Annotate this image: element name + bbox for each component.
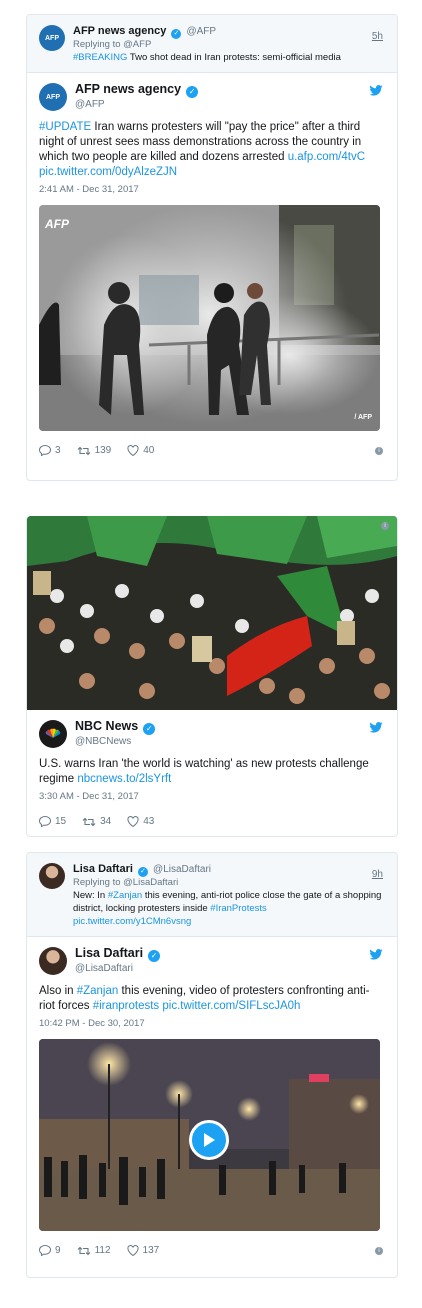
author-handle[interactable]: @AFP (75, 98, 385, 111)
reply-count: 9 (55, 1245, 61, 1256)
author-handle[interactable]: @NBCNews (75, 735, 385, 748)
verified-badge-icon: ✓ (143, 723, 156, 735)
tweet-card-lisa: Lisa Daftari ✓ @LisaDaftari Replying to … (26, 852, 398, 1278)
author-name[interactable]: AFP news agency (75, 82, 181, 96)
afp-photo-logo: AFP (45, 217, 69, 231)
reply-count: 15 (55, 816, 67, 827)
replying-to: Replying to @LisaDaftari (73, 877, 179, 888)
article-link[interactable]: u.afp.com/4tvC (288, 151, 365, 163)
tweet-actions: 9 112 137 i (27, 1237, 397, 1266)
reply-context[interactable]: AFP AFP news agency ✓ @AFP Replying to @… (27, 15, 397, 73)
like-icon (127, 816, 139, 827)
rally-photo-image (27, 516, 397, 710)
reply-icon (39, 816, 51, 827)
like-count: 40 (143, 445, 155, 456)
retweet-button[interactable]: 139 (77, 445, 112, 456)
tweet-photo[interactable]: i (27, 516, 397, 710)
tweet-text: Also in #Zanjan this evening, video of p… (39, 985, 370, 1012)
play-icon (204, 1133, 215, 1147)
avatar[interactable] (39, 947, 67, 975)
tweet-video[interactable] (39, 1039, 380, 1231)
reply-text: New: In #Zanjan this evening, anti-riot … (73, 890, 382, 927)
hashtag-link[interactable]: #Zanjan (108, 890, 142, 901)
like-count: 43 (143, 816, 155, 827)
reply-text: #BREAKING Two shot dead in Iran protests… (73, 52, 341, 63)
hashtag-link[interactable]: #UPDATE (39, 121, 91, 133)
photo-credit: / AFP (354, 414, 372, 421)
avatar[interactable]: AFP (39, 25, 65, 51)
nbc-peacock-icon (45, 728, 61, 738)
author-name[interactable]: NBC News (75, 719, 138, 733)
like-icon (127, 445, 139, 456)
tweet-body: Lisa Daftari ✓ @LisaDaftari Also in #Zan… (27, 937, 397, 1237)
twitter-bird-icon[interactable] (369, 722, 383, 733)
like-button[interactable]: 137 (126, 1245, 160, 1256)
tweet-timestamp[interactable]: 2:41 AM - Dec 31, 2017 (39, 184, 385, 195)
reply-icon (39, 445, 51, 456)
avatar[interactable] (39, 863, 65, 889)
play-button[interactable] (189, 1120, 229, 1160)
verified-badge-icon: ✓ (137, 867, 148, 877)
like-count: 137 (142, 1245, 160, 1256)
verified-badge-icon: ✓ (186, 86, 199, 98)
reply-context[interactable]: Lisa Daftari ✓ @LisaDaftari Replying to … (27, 853, 397, 937)
hashtag-link[interactable]: #Zanjan (77, 985, 119, 997)
tweet-timestamp[interactable]: 3:30 AM - Dec 31, 2017 (39, 791, 385, 802)
author-name[interactable]: AFP news agency (73, 25, 166, 37)
tweet-card-nbc: i NBC News ✓ @NBCNews U.S. warns Iran 't… (26, 516, 398, 837)
relative-time[interactable]: 5h (372, 31, 383, 42)
tweet-text: U.S. warns Iran 'the world is watching' … (39, 758, 369, 785)
reply-button[interactable]: 15 (39, 816, 66, 827)
tweet-photo[interactable]: AFP / AFP (39, 205, 380, 431)
retweet-icon (77, 1246, 90, 1255)
verified-badge-icon: ✓ (148, 950, 161, 962)
tweet-timestamp[interactable]: 10:42 PM - Dec 30, 2017 (39, 1018, 385, 1029)
author-name[interactable]: Lisa Daftari (73, 863, 133, 875)
protest-photo-image (39, 205, 380, 431)
reply-count: 3 (55, 445, 61, 456)
reply-button[interactable]: 9 (39, 1245, 61, 1256)
info-icon[interactable]: i (381, 522, 389, 530)
retweet-button[interactable]: 112 (77, 1245, 111, 1256)
hashtag-link[interactable]: #iranprotests (93, 1000, 159, 1012)
pic-link[interactable]: pic.twitter.com/SIFLscJA0h (159, 1000, 300, 1012)
reply-icon (39, 1245, 51, 1256)
reply-button[interactable]: 3 (39, 445, 61, 456)
author-handle[interactable]: @AFP (186, 26, 216, 37)
retweet-icon (77, 446, 90, 455)
author-handle[interactable]: @LisaDaftari (75, 962, 385, 975)
hashtag-link[interactable]: #BREAKING (73, 52, 127, 63)
retweet-count: 139 (94, 445, 112, 456)
author-handle[interactable]: @LisaDaftari (153, 864, 211, 875)
verified-badge-icon: ✓ (171, 29, 182, 39)
tweet-actions: 15 34 43 (27, 808, 397, 836)
pic-link[interactable]: pic.twitter.com/y1CMn6vsng (73, 916, 191, 927)
tweet-actions: 3 139 40 i (27, 437, 397, 466)
info-icon[interactable]: i (375, 447, 383, 455)
avatar[interactable] (39, 720, 67, 748)
pic-link[interactable]: pic.twitter.com/0dyAlzeZJN (39, 166, 177, 178)
article-link[interactable]: nbcnews.to/2lsYrft (77, 773, 171, 785)
author-name[interactable]: Lisa Daftari (75, 946, 143, 960)
tweet-body: NBC News ✓ @NBCNews U.S. warns Iran 'the… (27, 710, 397, 808)
retweet-button[interactable]: 34 (82, 816, 111, 827)
retweet-icon (82, 817, 96, 826)
tweet-body: AFP AFP news agency ✓ @AFP #UPDATE Iran … (27, 73, 397, 437)
avatar[interactable]: AFP (39, 83, 67, 111)
twitter-bird-icon[interactable] (369, 85, 383, 96)
like-button[interactable]: 40 (127, 445, 154, 456)
tweet-card-afp: AFP AFP news agency ✓ @AFP Replying to @… (26, 14, 398, 481)
relative-time[interactable]: 9h (372, 869, 383, 880)
info-icon[interactable]: i (375, 1247, 383, 1255)
replying-to: Replying to @AFP (73, 39, 152, 50)
retweet-count: 112 (94, 1245, 111, 1256)
retweet-count: 34 (100, 816, 112, 827)
tweet-text: #UPDATE Iran warns protesters will "pay … (39, 121, 366, 178)
twitter-bird-icon[interactable] (369, 949, 383, 960)
like-button[interactable]: 43 (127, 816, 154, 827)
like-icon (126, 1245, 139, 1256)
hashtag-link[interactable]: #IranProtests (210, 903, 267, 914)
